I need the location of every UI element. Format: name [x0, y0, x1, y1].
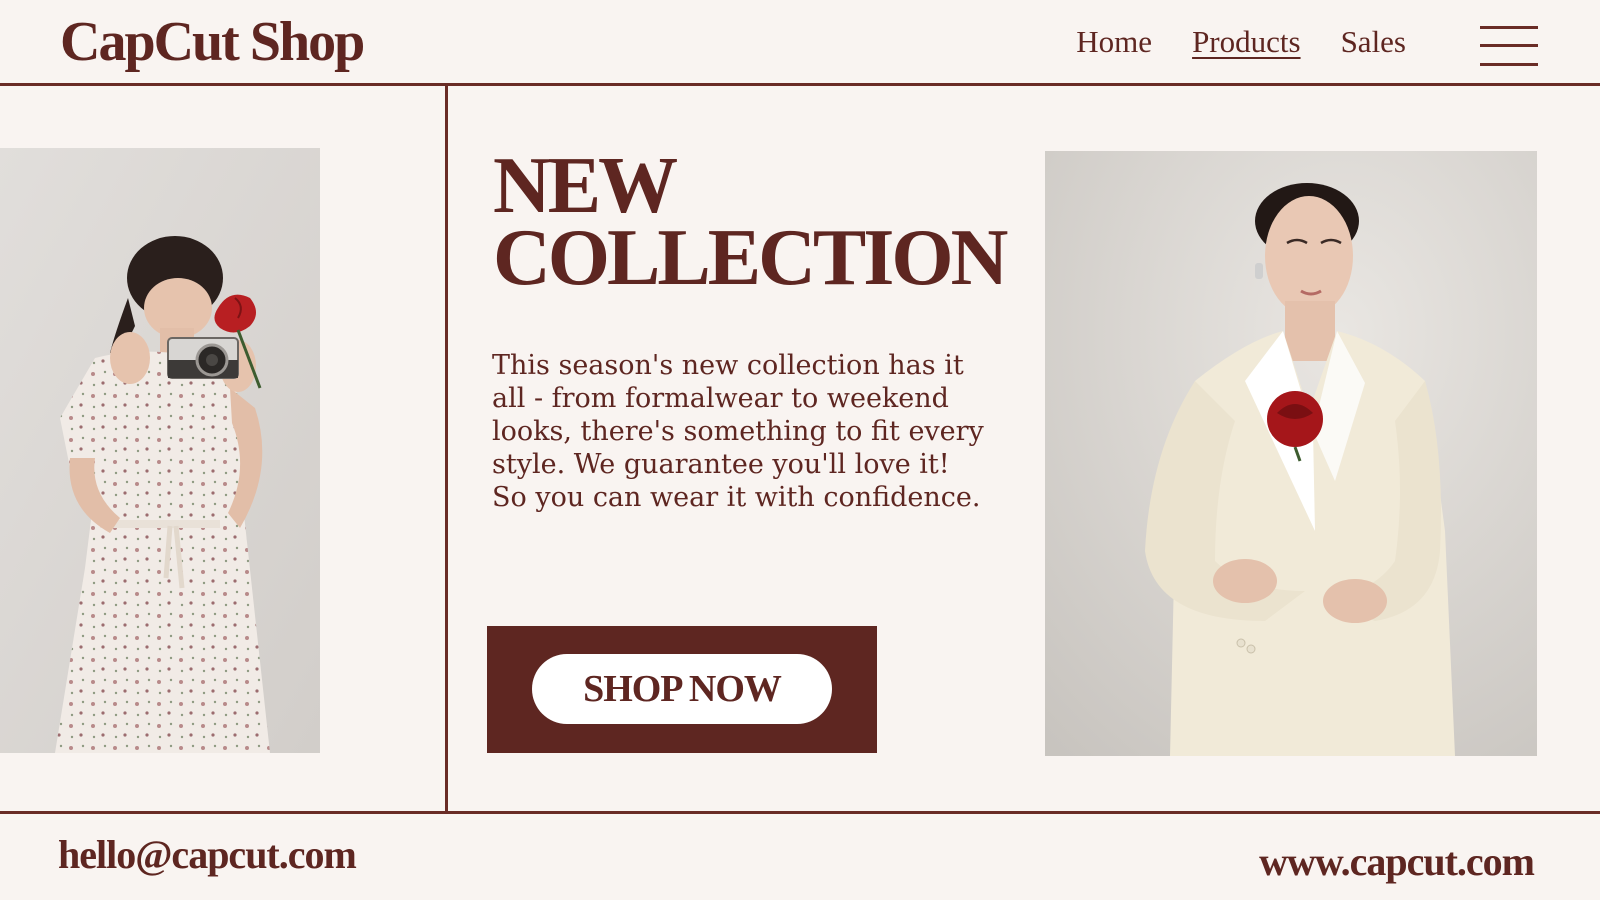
hero-description: This season's new collection has it all … — [492, 350, 984, 513]
nav-home-link[interactable]: Home — [1076, 26, 1152, 57]
cta-panel: SHOP NOW — [487, 626, 877, 753]
vertical-divider — [445, 86, 448, 812]
footer-divider — [0, 811, 1600, 814]
site-header: CapCut Shop Home Products Sales — [0, 0, 1600, 86]
hero-headline: NEW COLLECTION — [493, 142, 1008, 302]
nav-products-link[interactable]: Products — [1192, 26, 1301, 57]
model-photo-cream-blazer — [1045, 151, 1537, 756]
menu-bar — [1480, 26, 1538, 29]
shop-now-button[interactable]: SHOP NOW — [532, 654, 832, 724]
headline-line-1: NEW — [493, 142, 678, 230]
brand-logo[interactable]: CapCut Shop — [60, 14, 365, 70]
nav-sales-link[interactable]: Sales — [1341, 26, 1406, 57]
model-photo-floral-dress — [0, 148, 320, 753]
menu-bar — [1480, 44, 1538, 47]
main-nav: Home Products Sales — [1076, 26, 1406, 57]
headline-line-2: COLLECTION — [493, 214, 1008, 302]
hamburger-menu-icon[interactable] — [1480, 26, 1538, 66]
footer-website-link[interactable]: www.capcut.com — [1259, 842, 1535, 882]
menu-bar — [1480, 63, 1538, 66]
footer-email-link[interactable]: hello@capcut.com — [58, 835, 357, 875]
